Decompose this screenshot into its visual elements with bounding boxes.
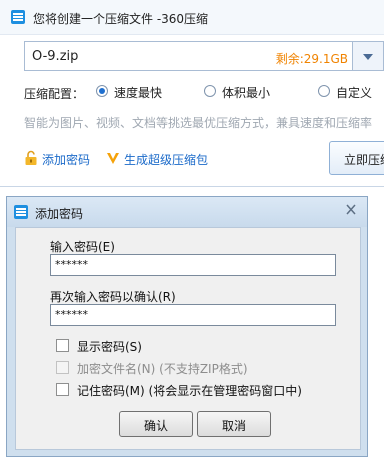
show-password-label: 显示密码(S): [77, 340, 142, 354]
dialog-title-bar: 添加密码: [7, 197, 367, 227]
archive-path-input[interactable]: O-9.zip 剩余:29.1GB: [24, 41, 353, 71]
password-field[interactable]: ******: [50, 254, 336, 276]
window-title: 您将创建一个压缩文件 -360压缩: [33, 12, 209, 26]
encrypt-filenames-label: 加密文件名(N) (不支持ZIP格式): [77, 362, 248, 376]
cancel-label: 取消: [221, 419, 246, 433]
compress-hint-text: 智能为图片、视频、文档等挑选最优压缩方式，兼具速度和压缩率: [24, 116, 373, 130]
option-label: 自定义: [336, 86, 373, 100]
compress-config-label: 压缩配置：: [24, 87, 85, 101]
option-label: 速度最快: [114, 86, 163, 100]
radio-icon[interactable]: [204, 85, 216, 97]
close-icon[interactable]: [341, 201, 361, 219]
archive-name: O-9.zip: [32, 49, 79, 64]
checkbox-icon: [56, 361, 69, 374]
v-badge-icon: [107, 153, 119, 164]
confirm-password-field[interactable]: ******: [50, 304, 336, 326]
compress-now-label: 立即压缩: [344, 153, 384, 167]
path-dropdown-button[interactable]: [353, 41, 384, 71]
enter-password-label: 输入密码(E): [50, 240, 115, 254]
ok-button[interactable]: 确认: [119, 411, 193, 437]
archive-app-icon: [11, 10, 25, 24]
chevron-down-icon: [363, 54, 373, 60]
lock-icon: [25, 150, 37, 165]
free-space-label: 剩余:29.1GB: [275, 52, 348, 66]
compress-window: 您将创建一个压缩文件 -360压缩 O-9.zip 剩余:29.1GB 压缩配置…: [0, 0, 384, 187]
cancel-button[interactable]: 取消: [197, 411, 271, 437]
title-bar: 您将创建一个压缩文件 -360压缩: [0, 0, 384, 35]
confirm-password-label: 再次输入密码以确认(R): [50, 290, 176, 304]
compress-now-button[interactable]: 立即压缩: [329, 141, 384, 175]
archive-app-icon: [14, 205, 28, 219]
dialog-title: 添加密码: [35, 207, 84, 221]
checkbox-icon[interactable]: [56, 339, 69, 352]
radio-checked-icon[interactable]: [96, 85, 108, 97]
remember-password-label: 记住密码(M) (将会显示在管理密码窗口中): [77, 384, 302, 398]
radio-icon[interactable]: [318, 85, 330, 97]
dialog-body: 输入密码(E) ****** 再次输入密码以确认(R) ****** 显示密码(…: [15, 227, 361, 450]
ok-label: 确认: [143, 419, 168, 433]
confirm-password-value: ******: [55, 308, 88, 321]
super-compress-label: 生成超级压缩包: [124, 153, 209, 167]
checkbox-icon[interactable]: [56, 383, 69, 396]
option-label: 体积最小: [222, 86, 271, 100]
add-password-dialog: 添加密码 输入密码(E) ****** 再次输入密码以确认(R) ****** …: [6, 196, 368, 457]
password-value: ******: [55, 258, 88, 271]
add-password-label: 添加密码: [42, 153, 91, 167]
